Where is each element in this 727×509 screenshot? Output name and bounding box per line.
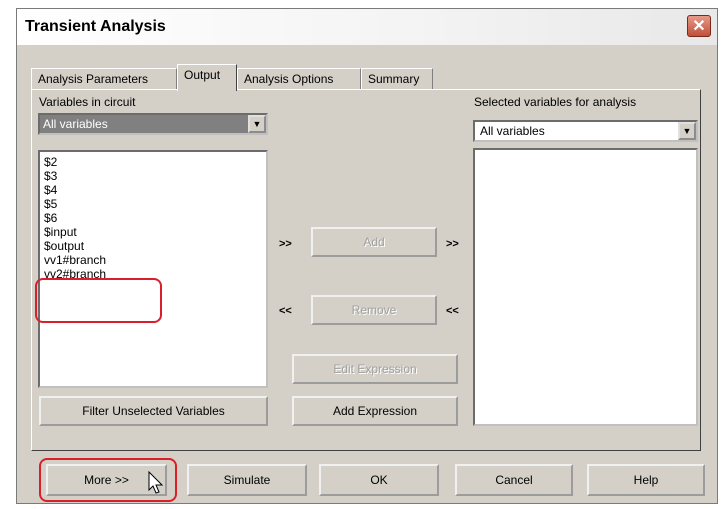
chevron-down-icon[interactable]: ▼ (248, 115, 266, 133)
transient-analysis-dialog: Transient Analysis ✕ Analysis Parameters… (16, 8, 718, 504)
cancel-button[interactable]: Cancel (455, 464, 573, 496)
help-button[interactable]: Help (587, 464, 705, 496)
variables-listbox[interactable]: $2 $3 $4 $5 $6 $input $output vv1#branch… (38, 150, 268, 388)
selected-variables-listbox[interactable] (473, 148, 698, 426)
variables-filter-value: All variables (40, 115, 248, 133)
selected-filter-value: All variables (480, 124, 545, 138)
mouse-pointer-icon (148, 471, 164, 494)
title-bar: Transient Analysis ✕ (17, 9, 717, 45)
close-button[interactable]: ✕ (687, 15, 711, 37)
list-item[interactable]: $4 (44, 183, 57, 197)
edit-expression-button[interactable]: Edit Expression (292, 354, 458, 384)
list-item[interactable]: $5 (44, 197, 57, 211)
add-button[interactable]: Add (311, 227, 437, 257)
list-item[interactable]: $6 (44, 211, 57, 225)
list-item[interactable]: $2 (44, 155, 57, 169)
chevron-down-icon[interactable]: ▼ (678, 122, 696, 140)
selected-variables-filter-select[interactable]: All variables ▼ (473, 120, 698, 142)
filter-unselected-variables-button[interactable]: Filter Unselected Variables (39, 396, 268, 426)
selected-variables-label: Selected variables for analysis (474, 95, 637, 109)
tab-analysis-options[interactable]: Analysis Options (237, 68, 361, 90)
tab-summary[interactable]: Summary (361, 68, 433, 90)
add-right-arrow: >> (446, 238, 459, 250)
list-item[interactable]: $3 (44, 169, 57, 183)
variables-in-circuit-label: Variables in circuit (39, 95, 136, 109)
add-expression-button[interactable]: Add Expression (292, 396, 458, 426)
remove-left-arrow: << (279, 305, 292, 317)
tab-output[interactable]: Output (177, 64, 237, 91)
simulate-button[interactable]: Simulate (187, 464, 307, 496)
close-icon: ✕ (692, 18, 706, 35)
branch-variables-highlight (35, 278, 162, 323)
variables-filter-select[interactable]: All variables ▼ (38, 113, 268, 135)
ok-button[interactable]: OK (319, 464, 439, 496)
remove-button[interactable]: Remove (311, 295, 437, 325)
list-item[interactable]: $output (44, 239, 84, 253)
tab-analysis-parameters[interactable]: Analysis Parameters (31, 68, 177, 90)
add-left-arrow: >> (279, 238, 292, 250)
list-item[interactable]: $input (44, 225, 77, 239)
list-item[interactable]: vv1#branch (44, 253, 106, 267)
remove-right-arrow: << (446, 305, 459, 317)
dialog-title: Transient Analysis (25, 18, 166, 35)
